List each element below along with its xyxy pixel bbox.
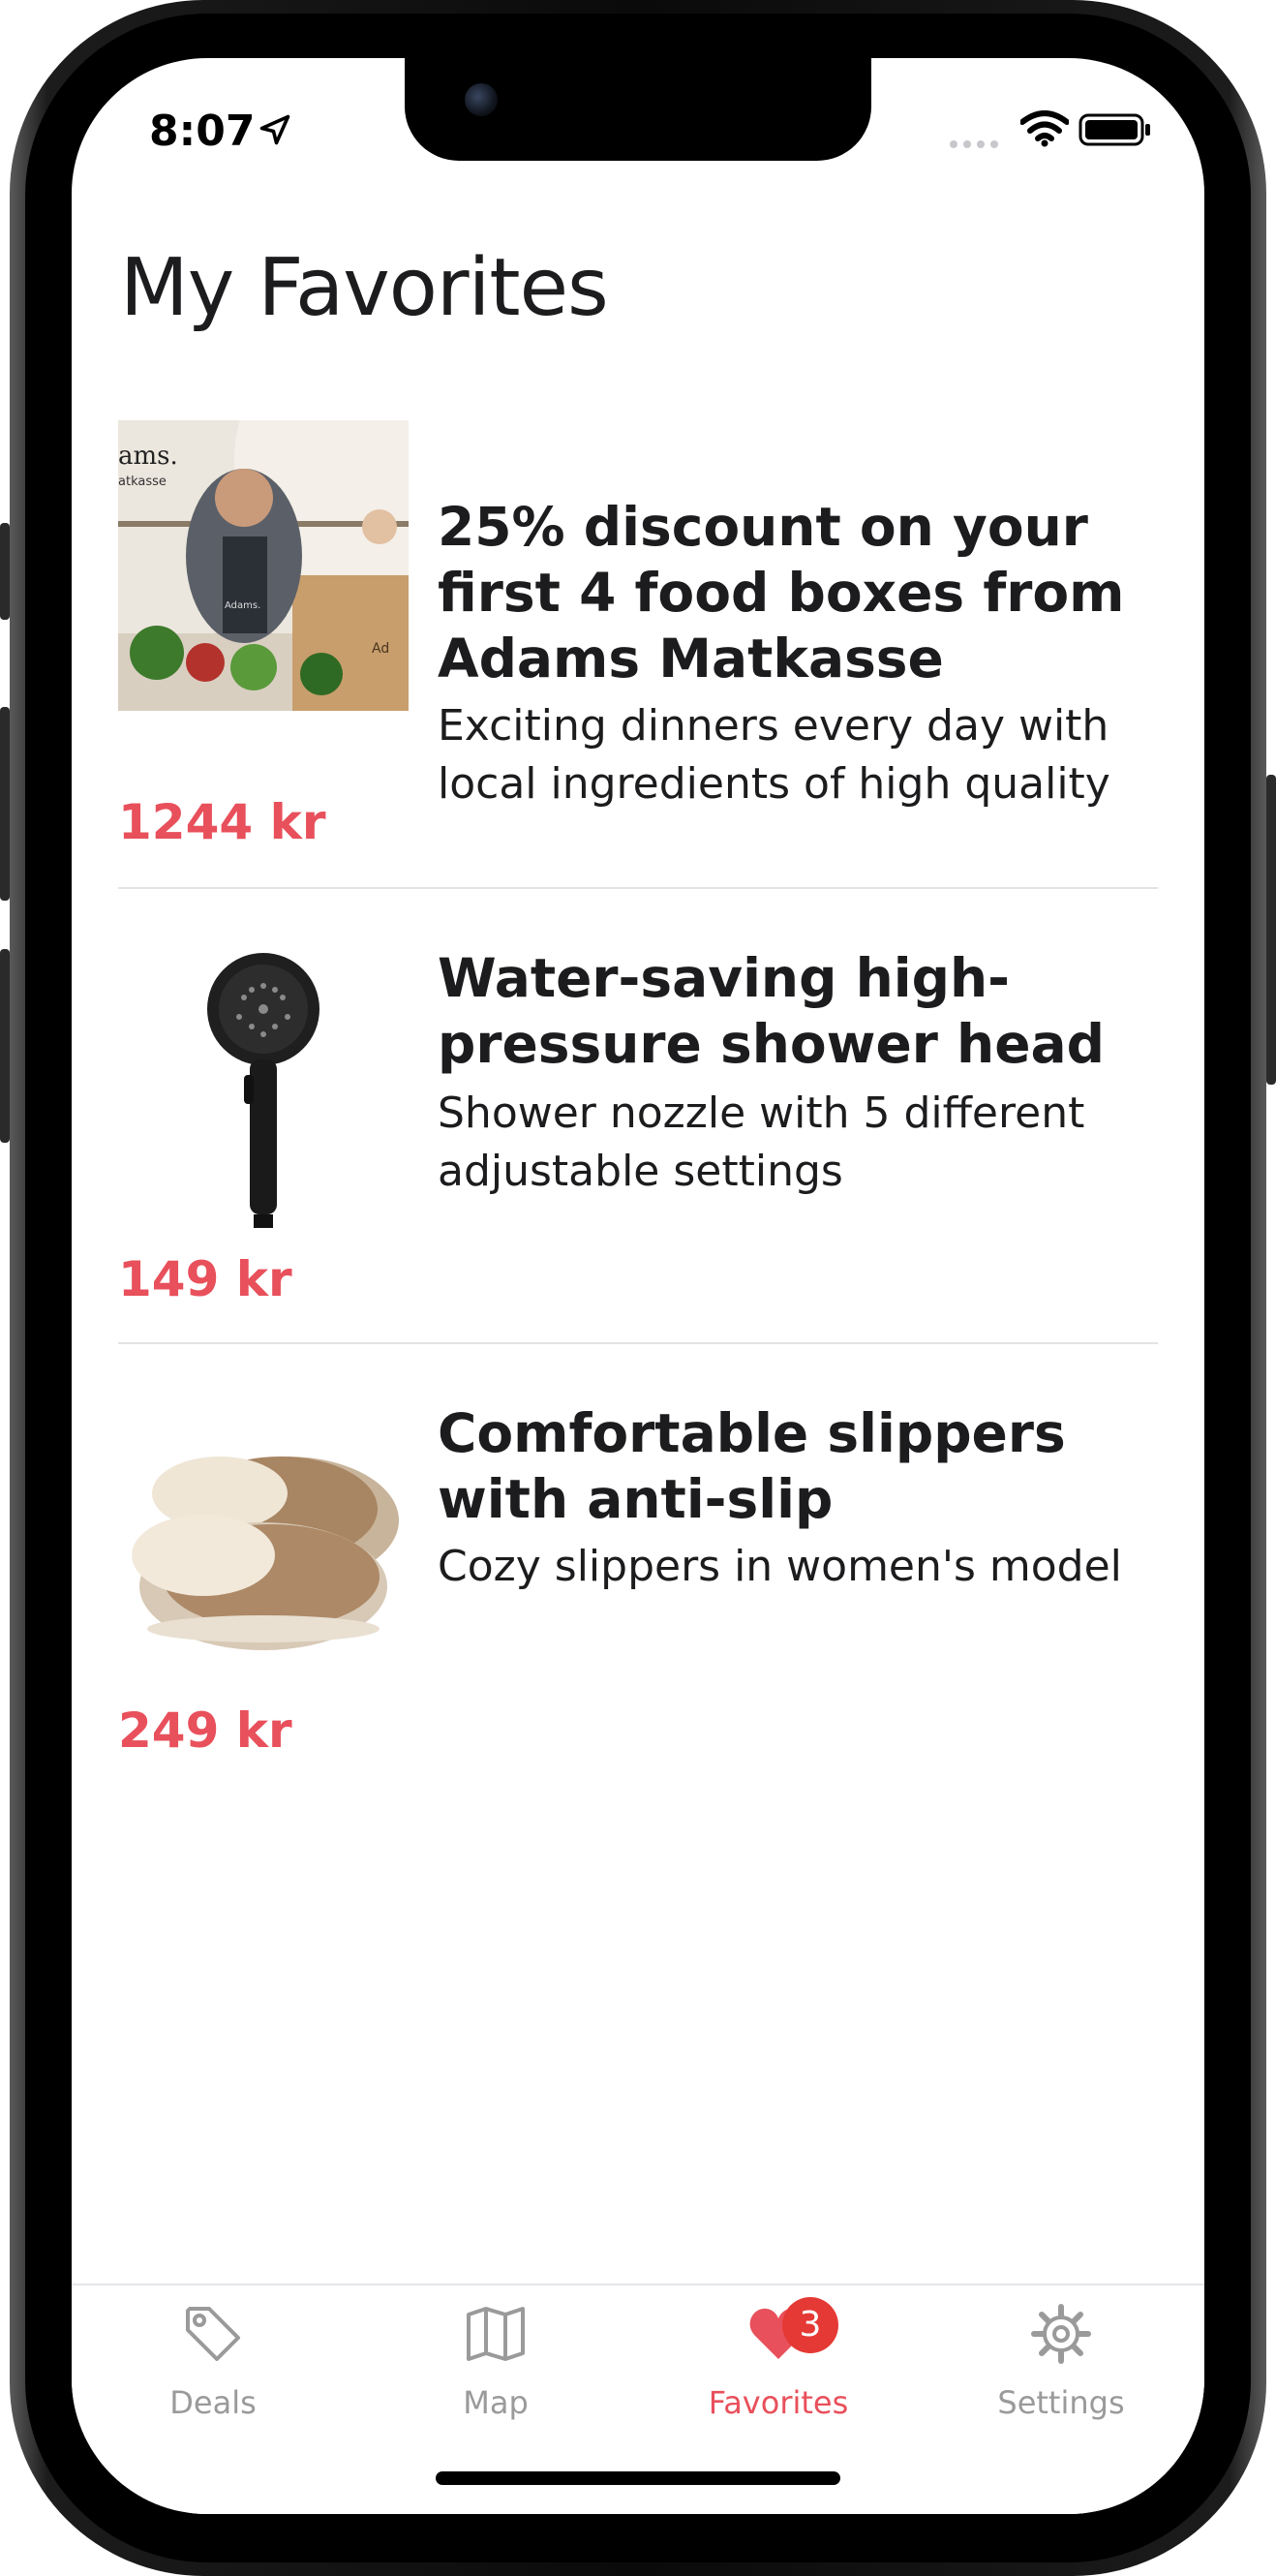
volume-down-button xyxy=(0,949,10,1143)
wifi-icon xyxy=(1020,110,1069,147)
favorites-count-badge: 3 xyxy=(782,2297,838,2353)
item-title: 25% discount on your first 4 food boxes … xyxy=(438,496,1125,690)
tab-favorites[interactable]: 3 Favorites xyxy=(682,2285,875,2440)
item-title: Water-saving high-pressure shower head xyxy=(438,947,1106,1075)
item-description: Cozy slippers in women's model xyxy=(438,1542,1122,1591)
signal-dots-icon xyxy=(950,140,998,148)
tab-label: Deals xyxy=(169,2384,257,2421)
favorite-item-food-boxes[interactable]: ams. atkasse Adams. Ad 25% discount on y… xyxy=(118,420,1156,866)
item-price: 1244 kr xyxy=(118,794,326,850)
tab-label: Favorites xyxy=(708,2384,849,2421)
thumb-logo-subtext: atkasse xyxy=(118,475,167,489)
location-arrow-icon xyxy=(259,114,290,145)
item-description: Shower nozzle with 5 different adjustabl… xyxy=(438,1089,1085,1196)
map-icon xyxy=(467,2307,525,2361)
item-title: Comfortable slippers with anti-slip xyxy=(438,1402,1066,1530)
list-divider xyxy=(118,1342,1158,1344)
item-price: 149 kr xyxy=(118,1251,292,1307)
thumb-apron-text: Adams. xyxy=(225,600,261,611)
tab-deals[interactable]: Deals xyxy=(116,2285,310,2440)
favorite-item-slippers[interactable]: Comfortable slippers with anti-slip Cozy… xyxy=(118,1365,1156,1792)
tag-icon xyxy=(186,2307,240,2361)
item-description: Exciting dinners every day with local in… xyxy=(438,701,1110,809)
thumb-box-text: Ad xyxy=(372,641,390,657)
item-price: 249 kr xyxy=(118,1702,292,1759)
page-title: My Favorites xyxy=(120,242,609,334)
thumb-logo-text: ams. xyxy=(118,442,178,471)
tab-map[interactable]: Map xyxy=(399,2285,592,2440)
shower-head-image xyxy=(118,939,409,1230)
tab-label: Map xyxy=(463,2384,529,2421)
gear-icon xyxy=(1031,2304,1091,2364)
front-camera xyxy=(465,83,498,116)
status-time: 8:07 xyxy=(149,107,256,156)
battery-icon xyxy=(1079,113,1150,146)
slippers-image xyxy=(118,1404,409,1695)
volume-up-button xyxy=(0,707,10,901)
list-divider xyxy=(118,887,1158,889)
food-box-thumbnail: ams. atkasse Adams. Ad xyxy=(118,420,409,711)
shower-head-thumbnail xyxy=(118,939,409,1230)
tab-label: Settings xyxy=(997,2384,1125,2421)
notch xyxy=(405,58,871,161)
power-button xyxy=(1266,775,1276,1085)
tab-settings[interactable]: Settings xyxy=(964,2285,1158,2440)
app-screen: 8:07 My Favorites ams. atkasse Adams. Ad… xyxy=(72,58,1204,2514)
slippers-thumbnail xyxy=(118,1404,409,1695)
mute-switch xyxy=(0,523,10,620)
favorite-item-shower-head[interactable]: Water-saving high-pressure shower head S… xyxy=(118,910,1156,1336)
home-indicator xyxy=(436,2471,840,2485)
